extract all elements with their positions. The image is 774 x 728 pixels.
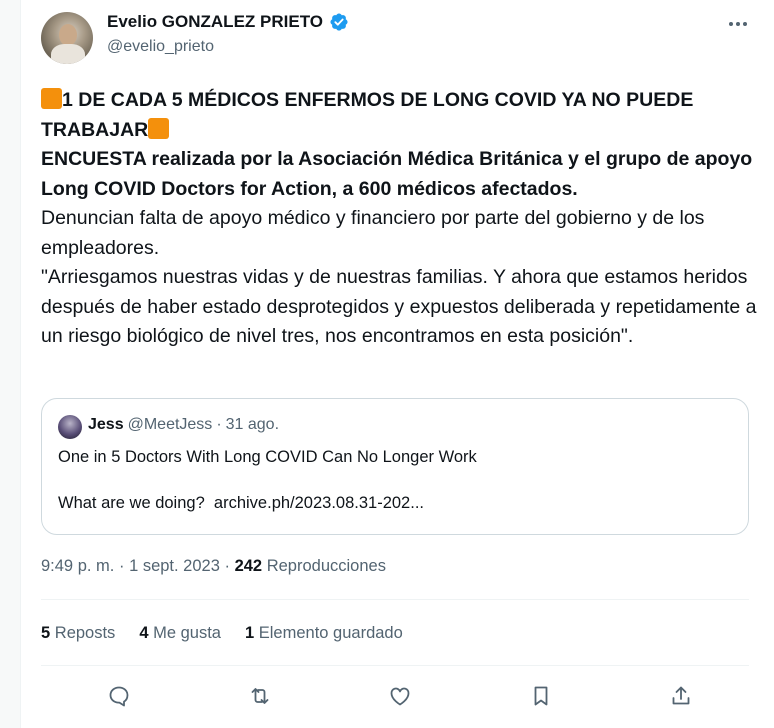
post-time[interactable]: 9:49 p. m. (41, 557, 114, 575)
views-label: Reproducciones (266, 557, 386, 575)
more-icon[interactable] (721, 14, 755, 34)
quote-date: 31 ago. (225, 416, 280, 433)
saved-label: Elemento guardado (258, 624, 403, 642)
reposts-stat[interactable]: 5 Reposts (41, 624, 115, 643)
quote-header: Jess @MeetJess · 31 ago. (88, 416, 279, 434)
reposts-count: 5 (41, 624, 51, 642)
tweet-card: Evelio GONZALEZ PRIETO @evelio_prieto 1 … (20, 0, 774, 728)
post-headline-text: 1 DE CADA 5 MÉDICOS ENFERMOS DE LONG COV… (41, 89, 699, 141)
quoted-tweet[interactable]: Jess @MeetJess · 31 ago. One in 5 Doctor… (41, 398, 749, 535)
repost-icon (251, 688, 268, 704)
saved-stat[interactable]: 1 Elemento guardado (245, 624, 403, 643)
verified-icon (330, 13, 348, 31)
like-icon (390, 687, 410, 706)
repost-button[interactable] (244, 680, 276, 712)
share-icon (672, 686, 690, 705)
orange-square-icon (148, 117, 170, 139)
meta-sep: · (118, 557, 125, 575)
reply-button[interactable] (103, 680, 135, 712)
reposts-label: Reposts (54, 624, 116, 642)
post-meta: 9:49 p. m. · 1 sept. 2023 · 242 Reproduc… (41, 557, 386, 576)
action-bar (41, 680, 749, 712)
meta-sep: · (224, 557, 230, 575)
divider (41, 599, 749, 600)
divider (41, 665, 749, 666)
likes-stat[interactable]: 4 Me gusta (139, 624, 221, 643)
quote-text: One in 5 Doctors With Long COVID Can No … (58, 448, 477, 512)
saved-count: 1 (244, 624, 255, 642)
orange-square-icon (41, 88, 62, 109)
bookmark-icon (534, 686, 547, 706)
quote-author-handle: @MeetJess (127, 416, 213, 433)
quote-sep: · (216, 416, 222, 433)
post-line-2: Denuncian falta de apoyo médico y financ… (41, 207, 710, 259)
author-avatar[interactable] (41, 12, 93, 64)
author-name-row: Evelio GONZALEZ PRIETO (107, 12, 349, 32)
post-headline: 1 DE CADA 5 MÉDICOS ENFERMOS DE LONG COV… (41, 86, 757, 145)
share-button[interactable] (665, 680, 697, 712)
post-text: 1 DE CADA 5 MÉDICOS ENFERMOS DE LONG COV… (41, 86, 757, 352)
reply-icon (109, 686, 129, 707)
engagement-stats: 5 Reposts 4 Me gusta 1 Elemento guardado (41, 624, 403, 643)
post-date[interactable]: 1 sept. 2023 (129, 557, 220, 575)
likes-label: Me gusta (153, 624, 221, 642)
views-count: 242 (234, 557, 263, 575)
author-handle[interactable]: @evelio_prieto (107, 38, 214, 56)
quote-avatar (58, 415, 82, 439)
post-line-3: "Arriesgamos nuestras vidas y de nuestra… (41, 266, 762, 347)
quote-author-name: Jess (88, 416, 124, 433)
bookmark-button[interactable] (525, 680, 557, 712)
author-display-name[interactable]: Evelio GONZALEZ PRIETO (107, 12, 323, 32)
like-button[interactable] (384, 680, 416, 712)
likes-count: 4 (139, 624, 149, 642)
post-bold-line: ENCUESTA realizada por la Asociación Méd… (41, 148, 758, 200)
